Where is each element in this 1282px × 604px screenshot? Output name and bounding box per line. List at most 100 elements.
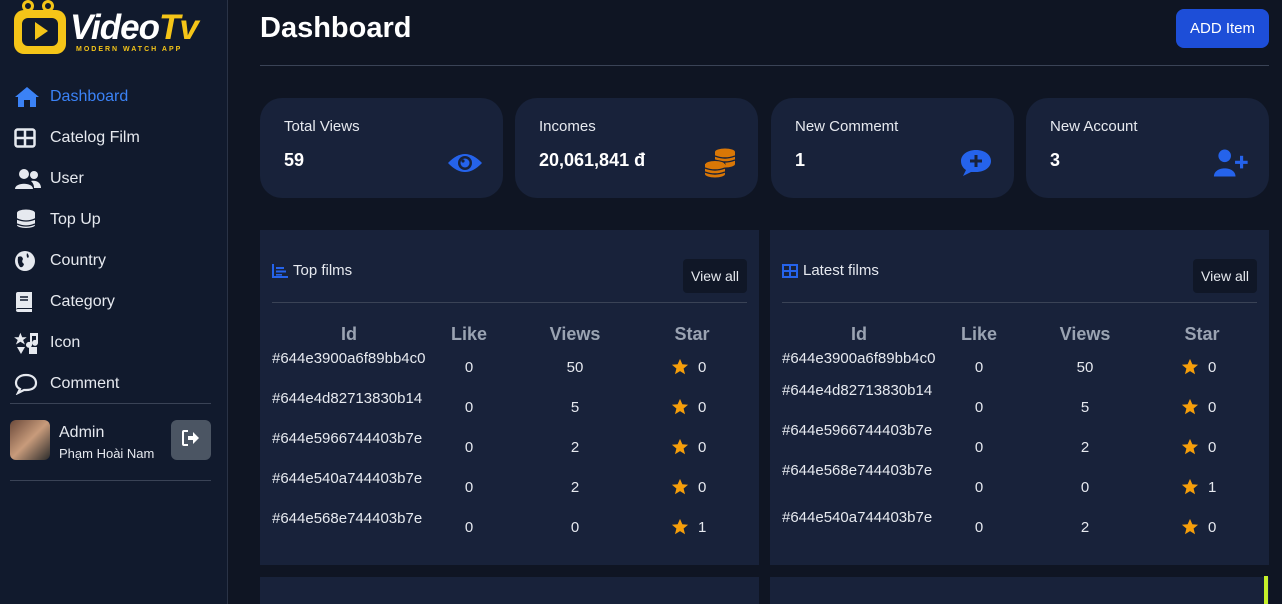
- admin-fullname: Phạm Hoài Nam: [59, 446, 155, 461]
- table-row[interactable]: #644e3900a6f89bb4c0 0 50 0: [782, 350, 1257, 380]
- bottom-panel: [770, 577, 1269, 604]
- icons-icon: [14, 331, 42, 355]
- column-header: Views: [549, 324, 601, 344]
- sidebar-item-label: User: [50, 169, 84, 187]
- star-icon: [1181, 438, 1199, 455]
- table-icon: [782, 263, 799, 278]
- table-row[interactable]: #644e5966744403b7e 0 2 0: [782, 422, 1257, 456]
- sidebar-item-country[interactable]: Country: [0, 240, 228, 281]
- film-views: 2: [1080, 519, 1090, 536]
- play-icon: [35, 22, 48, 40]
- film-id: #644e3900a6f89bb4c0: [272, 350, 426, 367]
- film-id: #644e4d82713830b14: [272, 390, 423, 407]
- divider: [260, 65, 1269, 66]
- film-star: 0: [1181, 398, 1216, 416]
- coins-icon: [702, 146, 738, 180]
- sidebar-item-icon[interactable]: Icon: [0, 322, 228, 363]
- film-id: #644e568e744403b7e: [272, 510, 423, 527]
- stat-value: 20,061,841 đ: [539, 150, 646, 170]
- table-row[interactable]: #644e4d82713830b14 0 5 0: [272, 390, 747, 420]
- sidebar-item-category[interactable]: Category: [0, 281, 228, 322]
- film-likes: 0: [974, 359, 984, 376]
- sidebar-item-label: Catelog Film: [50, 128, 140, 146]
- view-all-button[interactable]: View all: [1193, 259, 1257, 293]
- brand-name: VideoTv: [70, 8, 199, 47]
- column-header: Like: [960, 324, 998, 344]
- logout-icon: [182, 429, 200, 451]
- star-count: 0: [1208, 398, 1217, 416]
- star-count: 1: [698, 518, 707, 536]
- sidebar-item-user[interactable]: User: [0, 158, 228, 199]
- star-icon: [671, 358, 689, 375]
- sidebar-item-catelog-film[interactable]: Catelog Film: [0, 117, 228, 158]
- logout-button[interactable]: [171, 420, 211, 460]
- film-likes: 0: [974, 439, 984, 456]
- users-icon: [14, 167, 42, 191]
- table-row[interactable]: #644e4d82713830b14 0 5 0: [782, 382, 1257, 416]
- comment-plus-icon: [958, 146, 994, 180]
- sidebar-item-label: Icon: [50, 333, 81, 351]
- column-header: Id: [341, 324, 357, 344]
- table-row[interactable]: #644e3900a6f89bb4c0 0 50 0: [272, 350, 747, 380]
- star-icon: [1181, 398, 1199, 415]
- brand-logo[interactable]: VideoTv MODERN WATCH APP: [12, 0, 212, 60]
- divider: [272, 302, 747, 303]
- panel-header: Latest films: [782, 262, 879, 279]
- film-views: 5: [570, 399, 580, 416]
- avatar[interactable]: [10, 420, 50, 460]
- star-count: 0: [698, 438, 707, 456]
- column-header: Like: [450, 324, 488, 344]
- film-id: #644e5966744403b7e: [782, 422, 933, 439]
- star-count: 1: [1208, 478, 1217, 496]
- sidebar-item-dashboard[interactable]: Dashboard: [0, 76, 228, 117]
- divider: [10, 403, 211, 404]
- sidebar-item-label: Comment: [50, 374, 120, 392]
- film-views: 2: [1080, 439, 1090, 456]
- table-row[interactable]: #644e540a744403b7e 0 2 0: [782, 502, 1257, 536]
- film-views: 2: [570, 439, 580, 456]
- table-row[interactable]: #644e540a744403b7e 0 2 0: [272, 470, 747, 500]
- film-star: 0: [1181, 518, 1216, 536]
- film-views: 0: [1080, 479, 1090, 496]
- star-count: 0: [1208, 518, 1217, 536]
- table-row[interactable]: #644e568e744403b7e 0 0 1: [782, 462, 1257, 496]
- panel-header: Top films: [272, 262, 352, 279]
- home-icon: [14, 85, 42, 109]
- film-id: #644e3900a6f89bb4c0: [782, 350, 936, 367]
- table-row[interactable]: #644e5966744403b7e 0 2 0: [272, 430, 747, 460]
- star-icon: [671, 398, 689, 415]
- star-icon: [1181, 518, 1199, 535]
- sidebar-item-label: Country: [50, 251, 107, 269]
- film-views: 0: [570, 519, 580, 536]
- view-all-button[interactable]: View all: [683, 259, 747, 293]
- add-item-button[interactable]: ADD Item: [1176, 9, 1269, 48]
- stat-card-total-views: Total Views 59: [260, 98, 503, 198]
- scroll-indicator[interactable]: [1264, 576, 1268, 604]
- table-row[interactable]: #644e568e744403b7e 0 0 1: [272, 510, 747, 540]
- star-icon: [671, 518, 689, 535]
- star-count: 0: [1208, 358, 1217, 376]
- sidebar-item-label: Dashboard: [50, 87, 129, 105]
- film-likes: 0: [464, 399, 474, 416]
- user-plus-icon: [1213, 146, 1249, 180]
- film-views: 2: [570, 479, 580, 496]
- sidebar-item-label: Top Up: [50, 210, 101, 228]
- sidebar-item-top-up[interactable]: Top Up: [0, 199, 228, 240]
- column-header: Star: [674, 324, 710, 344]
- star-icon: [1181, 358, 1199, 375]
- stat-value: 1: [795, 150, 806, 170]
- latest-films-panel: Latest films View all Id Like Views Star…: [770, 230, 1269, 565]
- bottom-panel: [260, 577, 759, 604]
- stat-label: New Commemt: [795, 118, 899, 135]
- stat-card-new-account: New Account 3: [1026, 98, 1269, 198]
- column-header: Star: [1184, 324, 1220, 344]
- sidebar-item-comment[interactable]: Comment: [0, 363, 228, 404]
- film-star: 1: [671, 518, 706, 536]
- star-count: 0: [1208, 438, 1217, 456]
- film-star: 0: [671, 438, 706, 456]
- film-views: 50: [1076, 359, 1094, 376]
- film-likes: 0: [464, 359, 474, 376]
- film-id: #644e4d82713830b14: [782, 382, 933, 399]
- film-id: #644e5966744403b7e: [272, 430, 423, 447]
- film-id: #644e540a744403b7e: [782, 509, 933, 526]
